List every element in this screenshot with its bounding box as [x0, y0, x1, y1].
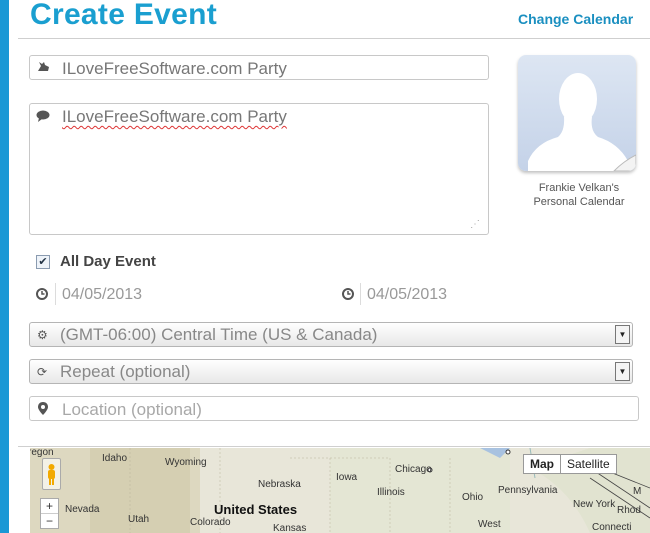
- event-description-value: ILoveFreeSoftware.com Party: [62, 107, 287, 126]
- speech-bubble-icon: [36, 110, 50, 125]
- map-label-nebraska: Nebraska: [258, 479, 301, 490]
- satellite-mode-button[interactable]: Satellite: [560, 455, 616, 473]
- all-day-label: All Day Event: [60, 253, 156, 270]
- map-label-chicago: Chicago: [395, 464, 432, 475]
- timezone-value: (GMT-06:00) Central Time (US & Canada): [60, 325, 378, 344]
- map-label-connecticut: Connecti: [592, 522, 632, 533]
- repeat-select[interactable]: ⟳ Repeat (optional) ▼: [29, 359, 633, 384]
- timezone-dropdown-arrow-icon[interactable]: ▼: [615, 325, 630, 344]
- gear-icon: ⚙: [37, 328, 48, 342]
- calendar-owner-avatar[interactable]: [518, 55, 636, 171]
- start-date-input[interactable]: 04/05/2013: [62, 286, 142, 304]
- map-label-ohio: Ohio: [462, 492, 484, 503]
- map-label-colorado: Colorado: [190, 517, 231, 528]
- map-label-idaho: Idaho: [102, 453, 128, 464]
- refresh-icon: ⟳: [37, 365, 48, 379]
- all-day-checkbox[interactable]: ✔: [36, 255, 50, 269]
- map-label-iowa: Iowa: [336, 472, 358, 483]
- calendar-owner-line2: Personal Calendar: [533, 196, 625, 208]
- end-date-separator: [360, 283, 361, 305]
- map-label-nevada: Nevada: [65, 504, 100, 515]
- zoom-in-button[interactable]: +: [41, 499, 58, 514]
- map-label-west: West: [478, 519, 501, 530]
- zoom-out-button[interactable]: −: [41, 514, 58, 528]
- event-title-value: ILoveFreeSoftware.com Party: [62, 59, 287, 78]
- map-label-new-york: New York: [573, 499, 616, 510]
- map-label-wyoming: Wyoming: [165, 457, 207, 468]
- end-clock-icon: [342, 288, 354, 303]
- header-divider: [18, 38, 650, 39]
- map-mode-button[interactable]: Map: [524, 455, 560, 473]
- map-type-toggle: Map Satellite: [523, 454, 617, 474]
- event-description-field[interactable]: ILoveFreeSoftware.com Party ⋰: [29, 103, 489, 235]
- calendar-owner-name: Frankie Velkan's Personal Calendar: [520, 181, 638, 209]
- map-label-rhode: Rhod: [617, 505, 641, 516]
- location-placeholder: Location (optional): [62, 400, 202, 419]
- repeat-dropdown-arrow-icon[interactable]: ▼: [615, 362, 630, 381]
- map-zoom-control: + −: [40, 498, 59, 529]
- map-label-utah: Utah: [128, 514, 150, 525]
- map-pin-icon: [38, 402, 48, 418]
- start-clock-icon: [36, 288, 48, 303]
- end-date-input[interactable]: 04/05/2013: [367, 286, 447, 304]
- map-label-illinois: Illinois: [377, 487, 405, 498]
- start-date-separator: [55, 283, 56, 305]
- left-accent-bar: [0, 0, 9, 533]
- repeat-value: Repeat (optional): [60, 362, 191, 381]
- map-label-pennsylvania: Pennsylvania: [498, 485, 558, 496]
- map-label-united-states: United States: [214, 502, 298, 517]
- map-label-oregon: regon: [30, 448, 54, 458]
- location-field[interactable]: Location (optional): [29, 396, 639, 421]
- change-calendar-link[interactable]: Change Calendar: [518, 11, 633, 27]
- resize-handle-icon[interactable]: ⋰: [470, 219, 480, 230]
- map-label-maine: M: [633, 486, 642, 497]
- location-map[interactable]: regon Idaho Wyoming Chicago Nebraska Iow…: [30, 448, 650, 533]
- rabbit-icon: [36, 60, 51, 76]
- page-title: Create Event: [30, 0, 218, 31]
- event-title-field[interactable]: ILoveFreeSoftware.com Party: [29, 55, 489, 80]
- street-view-pegman-icon[interactable]: [42, 458, 61, 490]
- calendar-owner-line1: Frankie Velkan's: [538, 182, 620, 194]
- timezone-select[interactable]: ⚙ (GMT-06:00) Central Time (US & Canada)…: [29, 322, 633, 347]
- map-divider: [18, 446, 650, 447]
- map-label-kansas: Kansas: [273, 523, 307, 533]
